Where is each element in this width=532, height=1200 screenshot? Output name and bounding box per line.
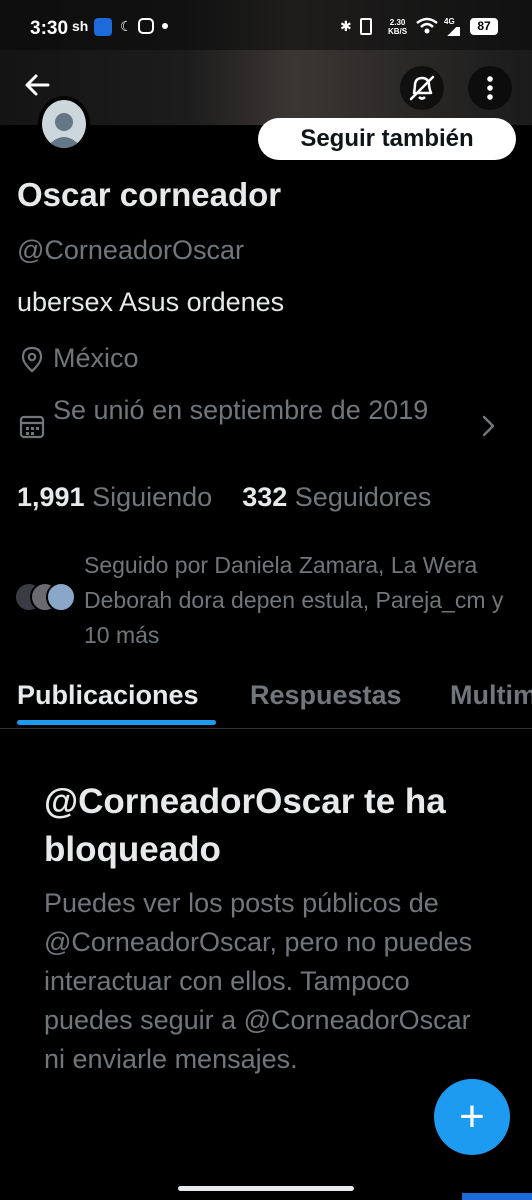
vibrate-icon bbox=[360, 18, 372, 35]
followed-by-text[interactable]: Seguido por Daniela Zamara, La Wera Debo… bbox=[84, 548, 514, 653]
chevron-right-icon[interactable] bbox=[474, 412, 502, 440]
default-avatar-icon bbox=[46, 113, 82, 148]
followers-link[interactable]: 332 Seguidores bbox=[242, 482, 431, 512]
profile-location: México bbox=[53, 343, 139, 373]
app-notification-icon bbox=[94, 18, 112, 36]
home-indicator[interactable] bbox=[178, 1186, 354, 1191]
notification-dot-icon bbox=[162, 23, 168, 29]
battery-icon: 87 bbox=[470, 18, 498, 35]
network-speed-value: 2.30 bbox=[389, 18, 406, 27]
network-speed: 2.30 KB/S bbox=[388, 18, 407, 36]
instagram-icon bbox=[138, 18, 154, 34]
more-vertical-icon bbox=[487, 76, 493, 100]
signal-icon bbox=[444, 27, 460, 36]
location-icon bbox=[21, 346, 43, 373]
profile-joined-date: Se unió en septiembre de 2019 bbox=[53, 395, 429, 425]
blocked-message: Puedes ver los posts públicos de @Cornea… bbox=[44, 888, 473, 1074]
wifi-icon bbox=[416, 17, 438, 34]
active-tab-indicator bbox=[17, 720, 216, 725]
notifications-off-button[interactable] bbox=[400, 66, 444, 110]
following-count: 1,991 bbox=[17, 482, 85, 512]
calendar-icon bbox=[19, 415, 45, 439]
tab-posts[interactable]: Publicaciones bbox=[17, 680, 199, 711]
profile-name: Oscar corneador bbox=[17, 176, 282, 213]
sh-app-icon: sh bbox=[72, 18, 89, 34]
moon-icon: ☾ bbox=[120, 18, 133, 34]
bell-off-icon bbox=[409, 75, 435, 101]
tab-replies[interactable]: Respuestas bbox=[250, 680, 402, 711]
compose-post-button[interactable]: + bbox=[434, 1079, 510, 1155]
profile-stats: 1,991 Siguiendo 332 Seguidores bbox=[17, 482, 431, 513]
tab-media[interactable]: Multimedia bbox=[450, 680, 532, 711]
profile-bio: ubersex Asus ordenes bbox=[17, 287, 285, 317]
more-options-button[interactable] bbox=[468, 66, 512, 110]
following-link[interactable]: 1,991 Siguiendo bbox=[17, 482, 212, 512]
bluetooth-icon: ✱ bbox=[340, 18, 352, 34]
mutual-follower-avatar bbox=[46, 582, 76, 612]
corner-decoration bbox=[462, 1193, 532, 1200]
followers-count: 332 bbox=[242, 482, 288, 512]
avatar[interactable] bbox=[38, 96, 90, 152]
network-speed-unit: KB/S bbox=[388, 27, 408, 36]
follow-back-button[interactable]: Seguir también bbox=[258, 118, 516, 160]
following-label: Siguiendo bbox=[92, 482, 213, 512]
network-type: 4G bbox=[444, 17, 455, 26]
profile-handle: @CorneadorOscar bbox=[17, 235, 244, 265]
blocked-title: @CorneadorOscar te ha bloqueado bbox=[44, 782, 446, 869]
status-time: 3:30 bbox=[30, 18, 69, 39]
status-bar: 3:30 sh ☾ ✱ 2.30 KB/S 4G 87 bbox=[0, 0, 532, 50]
followers-label: Seguidores bbox=[294, 482, 432, 512]
